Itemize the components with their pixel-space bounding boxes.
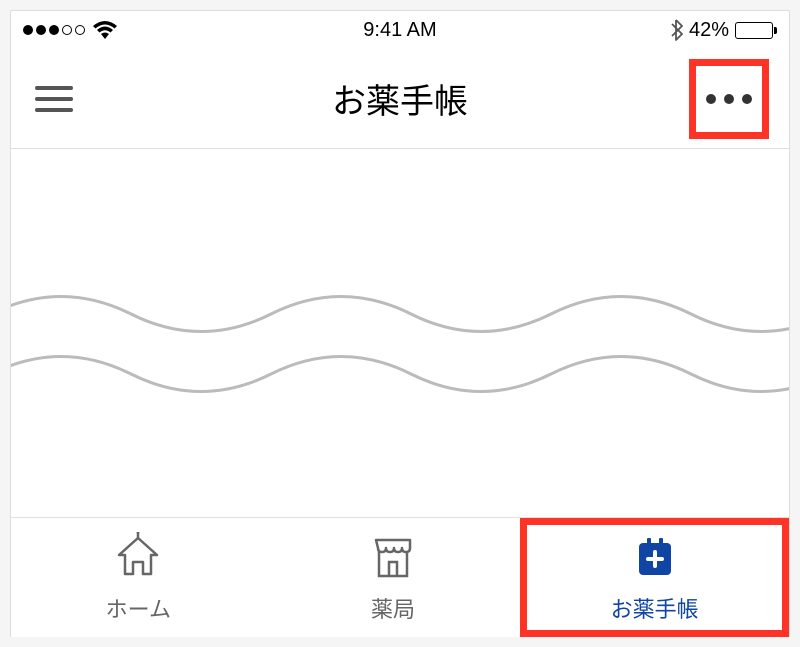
status-right: 42% bbox=[670, 19, 777, 42]
status-time: 9:41 AM bbox=[363, 19, 436, 42]
battery-icon bbox=[735, 22, 777, 39]
tab-bar: ホーム 薬局 お薬手帳 bbox=[11, 517, 789, 637]
page-title: お薬手帳 bbox=[332, 74, 468, 123]
status-bar: 9:41 AM 42% bbox=[11, 11, 789, 49]
signal-icon bbox=[23, 25, 85, 35]
status-left bbox=[23, 21, 117, 39]
content-truncated-indicator bbox=[11, 149, 789, 517]
tab-notebook[interactable]: お薬手帳 bbox=[520, 518, 789, 637]
tab-home-label: ホーム bbox=[106, 592, 171, 624]
app-screen: 9:41 AM 42% お薬手帳 bbox=[10, 10, 790, 637]
tab-pharmacy[interactable]: 薬局 bbox=[266, 518, 521, 637]
content-area bbox=[11, 149, 789, 517]
bluetooth-icon bbox=[670, 19, 683, 41]
tab-notebook-label: お薬手帳 bbox=[611, 592, 699, 624]
more-button[interactable] bbox=[689, 59, 769, 139]
notebook-icon bbox=[633, 532, 677, 582]
home-icon bbox=[113, 532, 163, 582]
tab-home[interactable]: ホーム bbox=[11, 518, 266, 637]
tab-pharmacy-label: 薬局 bbox=[371, 592, 415, 624]
battery-percent: 42% bbox=[689, 19, 729, 42]
menu-button[interactable] bbox=[31, 82, 77, 116]
wifi-icon bbox=[93, 21, 117, 39]
store-icon bbox=[368, 532, 418, 582]
nav-bar: お薬手帳 bbox=[11, 49, 789, 149]
